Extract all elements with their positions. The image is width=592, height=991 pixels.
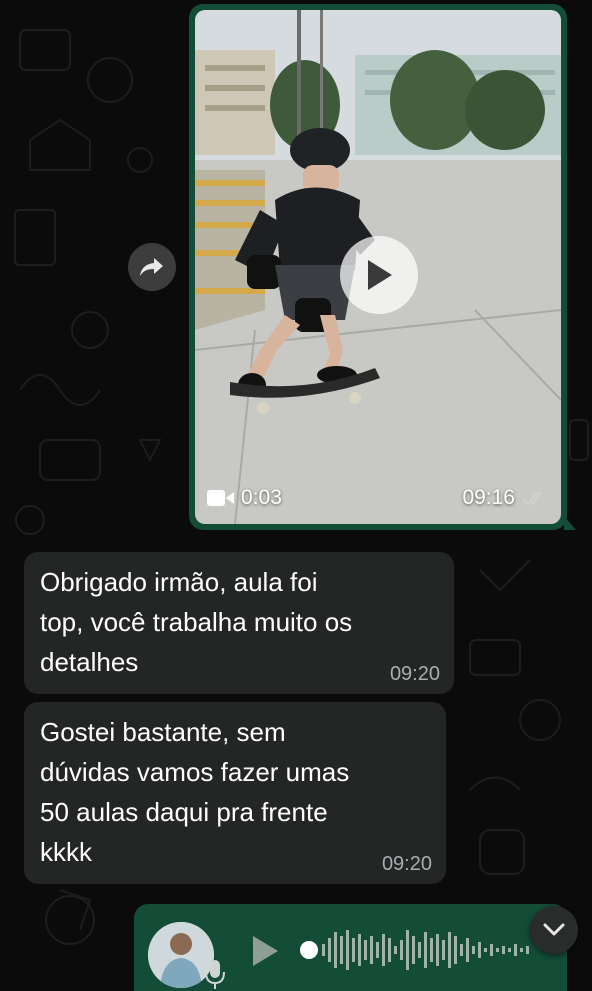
message-text: Obrigado irmão, aula foi top, você traba… (40, 567, 353, 677)
message-text: Gostei bastante, sem dúvidas vamos fazer… (40, 717, 350, 867)
chevron-down-icon (543, 923, 565, 936)
incoming-message[interactable]: Obrigado irmão, aula foi top, você traba… (24, 552, 454, 694)
double-check-icon (522, 491, 543, 506)
video-thumbnail[interactable]: 0:03 09:16 (195, 10, 561, 524)
bubble-tail (564, 516, 576, 530)
forward-arrow-icon (140, 258, 163, 276)
play-icon[interactable] (250, 934, 280, 968)
waveform-scrubber[interactable] (300, 941, 318, 959)
video-duration-label: 0:03 (241, 486, 282, 509)
video-play-button[interactable] (340, 236, 418, 314)
voice-message-bubble[interactable] (134, 904, 567, 991)
video-camera-icon (207, 490, 234, 506)
video-duration: 0:03 (207, 486, 282, 510)
video-message-bubble[interactable]: 0:03 09:16 (189, 4, 576, 530)
scroll-down-button[interactable] (530, 906, 578, 954)
incoming-message[interactable]: Gostei bastante, sem dúvidas vamos fazer… (24, 702, 446, 884)
video-time-label: 09:16 (462, 486, 515, 509)
microphone-icon (205, 960, 225, 989)
waveform[interactable] (322, 924, 542, 976)
message-time: 09:20 (389, 663, 440, 685)
forward-button[interactable] (128, 243, 176, 291)
play-icon (368, 260, 392, 290)
video-timestamp: 09:16 (462, 486, 549, 510)
message-time: 09:20 (381, 853, 432, 875)
